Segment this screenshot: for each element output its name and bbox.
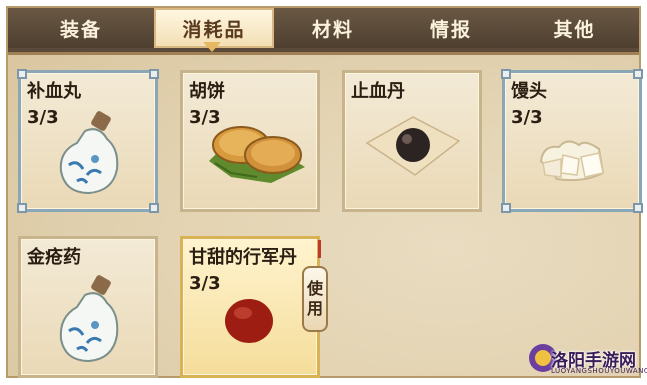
item-name: 胡饼 (189, 81, 225, 102)
item-slot-mantou[interactable]: 馒头 3/3 (501, 69, 643, 213)
medicine-bottle-icon (59, 111, 119, 195)
item-count: 3/3 (189, 273, 221, 294)
item-name: 止血丹 (351, 81, 405, 102)
steamed-bun-icon (539, 140, 605, 182)
slot-corner (17, 69, 27, 79)
red-pill-icon (225, 299, 273, 343)
item-slot-gantian-xingjundan[interactable]: 甘甜的行军丹 3/3 (180, 236, 320, 378)
item-slot-hubing[interactable]: 胡饼 3/3 (180, 70, 320, 212)
category-tab-bar: 装备 消耗品 材料 情报 其他 (8, 8, 639, 55)
item-name: 金疮药 (27, 247, 81, 268)
tab-materials[interactable]: 材料 (274, 8, 394, 48)
use-item-button[interactable]: 使用 (302, 266, 328, 332)
slot-corner (633, 69, 643, 79)
use-button-label: 使用 (306, 279, 323, 318)
slot-corner (633, 203, 643, 213)
black-pill-icon (365, 116, 461, 176)
item-name: 甘甜的行军丹 (189, 247, 297, 268)
item-name: 馒头 (511, 81, 547, 102)
active-tab-indicator (203, 42, 221, 52)
slot-corner (501, 203, 511, 213)
item-slot-jinchuangyao[interactable]: 金疮药 (18, 236, 158, 378)
item-name: 补血丸 (27, 81, 81, 102)
selection-marker (318, 240, 321, 258)
slot-corner (17, 203, 27, 213)
tab-other[interactable]: 其他 (510, 8, 639, 48)
slot-corner (149, 203, 159, 213)
medicine-bottle-icon (59, 275, 119, 363)
slot-corner (149, 69, 159, 79)
tab-equipment[interactable]: 装备 (8, 8, 156, 48)
item-slot-buxuewan[interactable]: 补血丸 3/3 (17, 69, 159, 213)
flatbread-icon (209, 126, 305, 183)
slot-corner (501, 69, 511, 79)
item-slot-zhixuedan[interactable]: 止血丹 (342, 70, 482, 212)
watermark-subtext: LUOYANGSHOUYOUWANG (551, 367, 647, 375)
tab-intel[interactable]: 情报 (392, 8, 512, 48)
